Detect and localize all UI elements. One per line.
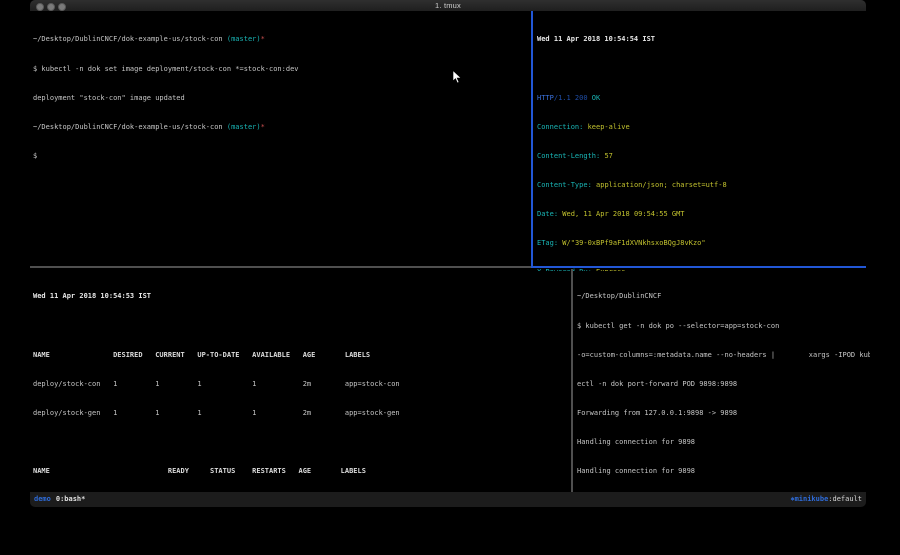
minimize-button[interactable] (47, 3, 55, 11)
table-row: deploy/stock-con 1 1 1 1 2m app=stock-co… (33, 380, 574, 390)
terminal-window: 1. tmux ~/Desktop/DublinCNCF/dok-example… (30, 0, 866, 507)
status-right: ⎈minikube:default (790, 492, 862, 507)
prompt-path: ~/Desktop/DublinCNCF/dok-example-us/stoc… (33, 35, 227, 43)
header-name: Content-Type: (537, 181, 596, 189)
tmux-status-bar: demo 0:bash* ⎈minikube:default (30, 492, 866, 507)
pane-top-right[interactable]: Wed 11 Apr 2018 10:54:54 IST HTTP/1.1 20… (533, 11, 870, 271)
traffic-lights (36, 3, 66, 11)
header-value: 57 (604, 152, 612, 160)
output-line: Handling connection for 9898 (577, 438, 870, 448)
header-value: Wed, 11 Apr 2018 09:54:55 GMT (562, 210, 684, 218)
pods-table-header: NAME READY STATUS RESTARTS AGE LABELS (33, 467, 574, 477)
status-left: demo 0:bash* (34, 492, 85, 507)
header-name: Content-Length: (537, 152, 604, 160)
kube-context: minikube (795, 495, 829, 503)
command-line: ectl -n dok port-forward POD 9898:9898 (577, 380, 870, 390)
header-name: ETag: (537, 239, 562, 247)
table-row: deploy/stock-gen 1 1 1 1 2m app=stock-ge… (33, 409, 574, 419)
pane-bottom-left[interactable]: Wed 11 Apr 2018 10:54:53 IST NAME DESIRE… (30, 269, 574, 496)
http-status-line: HTTP/1.1 200 OK (537, 94, 870, 104)
http-header-line: Date: Wed, 11 Apr 2018 09:54:55 GMT (537, 210, 870, 220)
git-dirty-flag: * (261, 123, 265, 131)
close-button[interactable] (36, 3, 44, 11)
deployments-table-header: NAME DESIRED CURRENT UP-TO-DATE AVAILABL… (33, 351, 574, 361)
header-value: application/json; charset=utf-8 (596, 181, 727, 189)
http-reason: OK (592, 94, 600, 102)
window-tab[interactable]: 0:bash* (56, 495, 86, 503)
window-title: 1. tmux (30, 1, 866, 10)
prompt-line: $ (33, 152, 534, 162)
output-line: Handling connection for 9898 (577, 467, 870, 477)
session-name: demo (34, 495, 51, 503)
command-line: $ kubectl get -n dok po --selector=app=s… (577, 322, 870, 332)
pane-divider-horizontal-left[interactable] (30, 266, 531, 268)
blank-line (33, 322, 574, 332)
header-name: Date: (537, 210, 562, 218)
header-name: Connection: (537, 123, 588, 131)
http-protocol: HTTP (537, 94, 554, 102)
timestamp-line: Wed 11 Apr 2018 10:54:53 IST (33, 292, 574, 302)
pane-bottom-right[interactable]: ~/Desktop/DublinCNCF $ kubectl get -n do… (573, 269, 870, 496)
blank-line (33, 438, 574, 448)
header-value: W/"39-0xBPf9aF1dXVNkhsxoBQgJ8vKzo" (562, 239, 705, 247)
timestamp-line: Wed 11 Apr 2018 10:54:54 IST (537, 35, 870, 45)
tmux-terminal: ~/Desktop/DublinCNCF/dok-example-us/stoc… (30, 11, 866, 492)
prompt-line: ~/Desktop/DublinCNCF/dok-example-us/stoc… (33, 35, 534, 45)
kube-namespace: :default (828, 495, 862, 503)
prompt-line: ~/Desktop/DublinCNCF (577, 292, 870, 302)
header-value: keep-alive (588, 123, 630, 131)
pane-divider-horizontal-right[interactable] (531, 266, 866, 268)
git-dirty-flag: * (261, 35, 265, 43)
command-line: -o=custom-columns=:metadata.name --no-he… (577, 351, 870, 361)
http-header-line: ETag: W/"39-0xBPf9aF1dXVNkhsxoBQgJ8vKzo" (537, 239, 870, 249)
blank-line (537, 65, 870, 75)
desktop-background: 1. tmux ~/Desktop/DublinCNCF/dok-example… (0, 0, 900, 555)
prompt-line: ~/Desktop/DublinCNCF/dok-example-us/stoc… (33, 123, 534, 133)
pane-top-left[interactable]: ~/Desktop/DublinCNCF/dok-example-us/stoc… (30, 11, 534, 271)
http-header-line: Connection: keep-alive (537, 123, 870, 133)
git-branch: (master) (227, 123, 261, 131)
http-version-code: /1.1 200 (554, 94, 592, 102)
output-line: deployment "stock-con" image updated (33, 94, 534, 104)
output-line: Forwarding from 127.0.0.1:9898 -> 9898 (577, 409, 870, 419)
window-titlebar[interactable]: 1. tmux (30, 0, 866, 11)
mouse-cursor-icon (452, 70, 462, 84)
git-branch: (master) (227, 35, 261, 43)
prompt-path: ~/Desktop/DublinCNCF/dok-example-us/stoc… (33, 123, 227, 131)
http-header-line: Content-Type: application/json; charset=… (537, 181, 870, 191)
http-header-line: Content-Length: 57 (537, 152, 870, 162)
zoom-button[interactable] (58, 3, 66, 11)
